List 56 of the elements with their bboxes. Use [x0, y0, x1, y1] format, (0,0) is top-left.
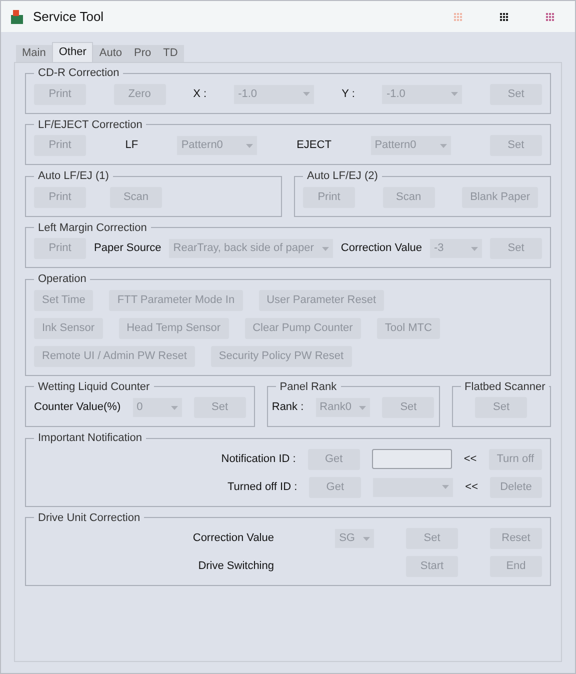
- group-title: Flatbed Scanner: [464, 380, 546, 394]
- dropdown[interactable]: 0: [132, 398, 182, 417]
- close-icon[interactable]: [545, 12, 555, 22]
- caret-icon: [440, 144, 447, 148]
- field-label: Y :: [342, 86, 355, 102]
- dropdown[interactable]: [373, 478, 454, 496]
- group-title: Important Notification: [37, 431, 143, 446]
- caret-icon: [359, 406, 366, 410]
- tab[interactable]: Auto: [93, 45, 128, 62]
- caret-icon: [303, 92, 310, 96]
- caret-icon: [363, 536, 370, 540]
- group-title: LF/EJECT Correction: [37, 118, 144, 132]
- caret-icon: [451, 92, 458, 96]
- tab[interactable]: Main: [16, 45, 52, 62]
- group-title: Left Margin Correction: [37, 220, 148, 236]
- dropdown[interactable]: SG: [335, 529, 374, 548]
- field-label: X :: [193, 86, 207, 102]
- field-label: Turned off ID :: [227, 480, 298, 495]
- group-title: Auto LF/EJ (2): [306, 169, 379, 184]
- caret-icon: [442, 485, 450, 489]
- caret-icon: [322, 246, 329, 250]
- group-title: Auto LF/EJ (1): [37, 169, 110, 184]
- dropdown[interactable]: Rank0: [316, 398, 370, 417]
- field-label: Counter Value(%): [34, 400, 121, 416]
- group-title: CD-R Correction: [37, 66, 120, 81]
- dropdown[interactable]: -1.0: [382, 84, 462, 104]
- tab[interactable]: Pro: [128, 45, 158, 62]
- field-label: Correction Value: [340, 241, 422, 256]
- group-title: Operation: [37, 272, 88, 287]
- dropdown[interactable]: RearTray, back side of paper: [169, 239, 333, 258]
- field-label: Correction Value: [192, 531, 274, 546]
- dropdown[interactable]: -3: [430, 239, 482, 258]
- field-label: Drive Switching: [198, 559, 274, 574]
- dropdown[interactable]: Pattern0: [177, 136, 258, 155]
- group-title: Drive Unit Correction: [37, 510, 142, 526]
- group-title: Panel Rank: [278, 380, 338, 394]
- field-label: Notification ID :: [221, 452, 296, 467]
- field-label: <<: [464, 452, 477, 467]
- field-label: EJECT: [296, 138, 332, 154]
- maximize-icon[interactable]: [499, 12, 509, 22]
- field-label: Rank :: [272, 400, 304, 416]
- input-field[interactable]: [372, 449, 452, 469]
- field-label: <<: [465, 480, 478, 495]
- window-title: Service Tool: [33, 8, 104, 26]
- tab[interactable]: Other: [52, 42, 94, 62]
- caret-icon: [471, 246, 478, 250]
- field-label: LF: [125, 138, 138, 154]
- group-title: Wetting Liquid Counter: [37, 380, 151, 394]
- caret-icon: [170, 406, 178, 410]
- dropdown[interactable]: -1.0: [234, 84, 314, 104]
- dropdown[interactable]: Pattern0: [370, 136, 451, 155]
- minimize-icon[interactable]: [453, 12, 463, 22]
- caret-icon: [246, 144, 254, 148]
- tab[interactable]: TD: [157, 45, 184, 62]
- app-icon: [9, 8, 25, 24]
- field-label: Paper Source: [94, 241, 162, 256]
